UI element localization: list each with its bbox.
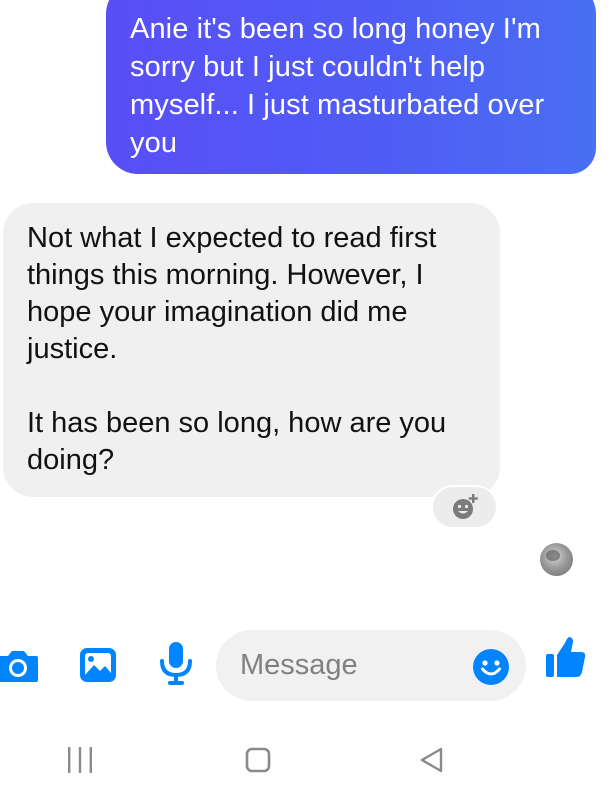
chat-screen: Anie it's been so long honey I'm sorry b… xyxy=(0,0,612,800)
gallery-icon xyxy=(80,648,116,682)
add-reaction-button[interactable] xyxy=(431,485,498,529)
back-button[interactable] xyxy=(412,720,452,800)
seen-indicator-avatar xyxy=(540,543,573,576)
received-message-paragraph: It has been so long, how are you doing? xyxy=(27,407,447,476)
recents-button[interactable] xyxy=(60,720,100,800)
sent-message-bubble[interactable]: Anie it's been so long honey I'm sorry b… xyxy=(106,0,596,174)
emoji-icon[interactable] xyxy=(472,648,510,686)
recents-icon xyxy=(68,747,92,773)
camera-button[interactable] xyxy=(0,646,40,686)
received-message-paragraph: Not what I expected to read first things… xyxy=(27,222,437,365)
thumbs-up-icon xyxy=(546,637,586,677)
system-navigation-bar xyxy=(0,720,612,800)
sent-message-text: Anie it's been so long honey I'm sorry b… xyxy=(130,13,545,159)
message-placeholder: Message xyxy=(240,649,358,681)
home-icon xyxy=(245,747,271,773)
voice-button[interactable] xyxy=(158,640,194,686)
back-icon xyxy=(420,747,443,773)
add-reaction-icon xyxy=(452,494,478,519)
message-input[interactable]: Message xyxy=(216,630,526,701)
home-button[interactable] xyxy=(238,720,278,800)
microphone-icon xyxy=(160,642,192,685)
received-message-bubble[interactable]: Not what I expected to read first things… xyxy=(3,203,500,497)
like-button[interactable] xyxy=(545,635,587,679)
gallery-button[interactable] xyxy=(78,645,118,685)
camera-icon xyxy=(0,651,38,682)
